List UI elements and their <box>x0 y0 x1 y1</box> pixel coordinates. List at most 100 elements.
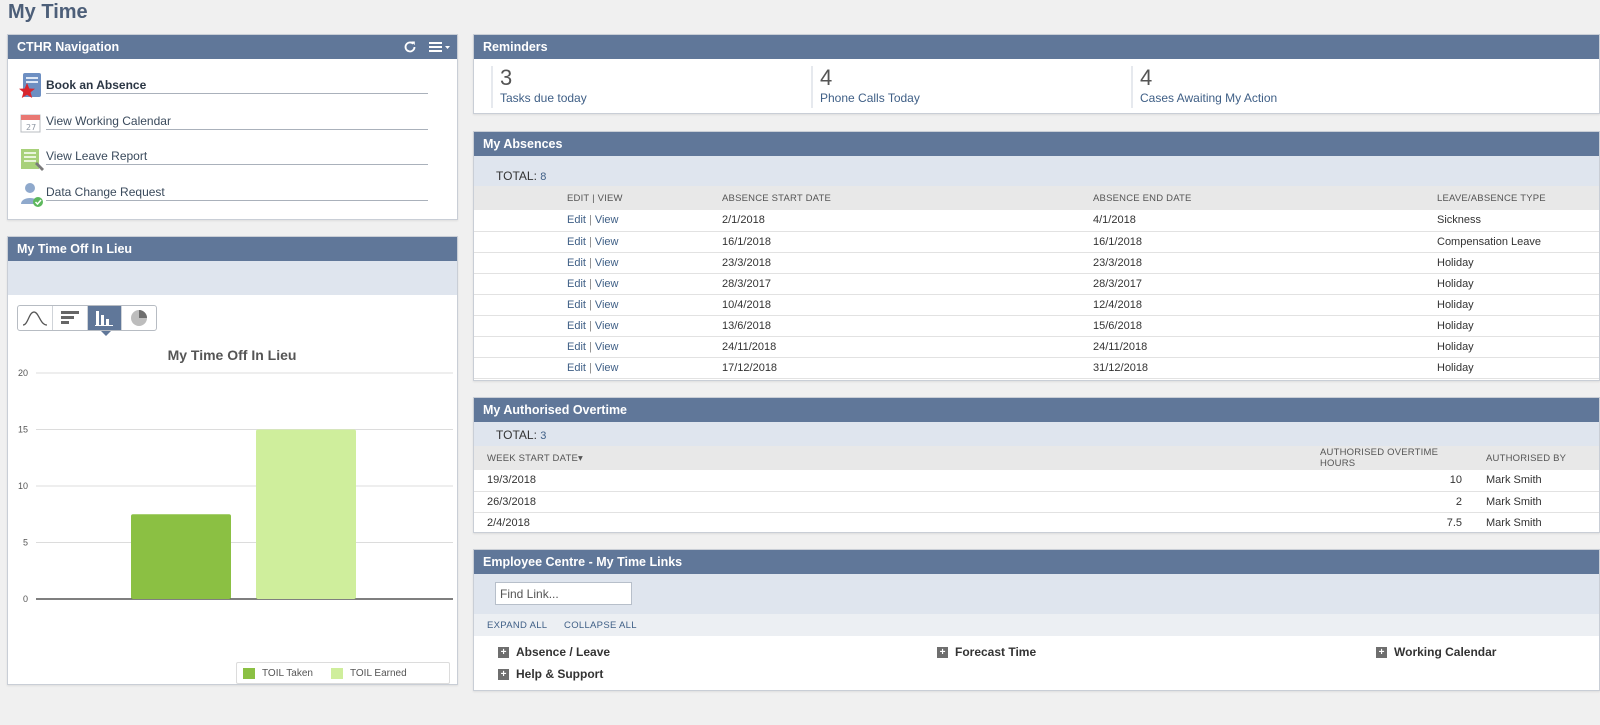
expand-plus-icon[interactable]: + <box>937 646 948 658</box>
category-absence-leave[interactable]: + Absence / Leave <box>498 645 610 659</box>
category-label: Help & Support <box>516 667 604 681</box>
edit-link[interactable]: Edit <box>567 320 586 332</box>
expand-plus-icon[interactable]: + <box>498 646 509 658</box>
absence-type-cell: Holiday <box>1433 315 1599 337</box>
expand-plus-icon[interactable]: + <box>498 668 509 680</box>
table-row[interactable]: 19/3/2018 10 Mark Smith <box>474 470 1599 492</box>
view-link[interactable]: View <box>595 257 619 269</box>
table-row: Edit | View 17/12/2018 31/12/2018 Holiday <box>474 357 1599 379</box>
y-tick-label: 0 <box>23 594 28 604</box>
nav-item-data-change-request[interactable]: Data Change Request <box>18 178 457 214</box>
nav-item-label[interactable]: View Leave Report <box>46 149 428 165</box>
nav-item-working-calendar[interactable]: 27 View Working Calendar <box>18 107 457 143</box>
column-header-week-start[interactable]: WEEK START DATE▾ <box>474 446 1316 470</box>
edit-link[interactable]: Edit <box>567 257 586 269</box>
reminder-phone-calls[interactable]: 4 Phone Calls Today <box>811 66 920 108</box>
column-header-start-date[interactable]: ABSENCE START DATE <box>718 186 1089 210</box>
overtime-total-bar: TOTAL: 3 <box>474 422 1599 446</box>
nav-item-label[interactable]: View Working Calendar <box>46 114 428 130</box>
view-link[interactable]: View <box>595 278 619 290</box>
navigation-header: CTHR Navigation <box>8 35 457 59</box>
table-header-row: EDIT | VIEW ABSENCE START DATE ABSENCE E… <box>474 186 1599 210</box>
column-chart-tab[interactable] <box>87 306 123 330</box>
category-working-calendar[interactable]: + Working Calendar <box>1376 645 1496 659</box>
links-header: Employee Centre - My Time Links <box>474 550 1599 574</box>
pie-chart-tab[interactable] <box>122 306 156 330</box>
view-link[interactable]: View <box>595 341 619 353</box>
view-link[interactable]: View <box>595 236 619 248</box>
nav-item-label[interactable]: Book an Absence <box>46 78 428 94</box>
column-header-overtime-hours[interactable]: AUTHORISED OVERTIME HOURS <box>1316 446 1466 470</box>
edit-link[interactable]: Edit <box>567 236 586 248</box>
view-link[interactable]: View <box>595 214 619 226</box>
calendar-icon: 27 <box>18 107 46 137</box>
legend-item-toil-earned[interactable]: TOIL Earned <box>330 667 407 679</box>
y-tick-label: 15 <box>18 425 28 435</box>
overtime-title: My Authorised Overtime <box>483 403 628 417</box>
total-value: 8 <box>540 171 547 183</box>
collapse-all-link[interactable]: COLLAPSE ALL <box>564 620 637 631</box>
menu-icon[interactable] <box>429 41 451 53</box>
start-date-cell: 17/12/2018 <box>718 357 1089 379</box>
separator: | <box>588 235 592 248</box>
links-portlet: Employee Centre - My Time Links EXPAND A… <box>473 549 1600 691</box>
view-link[interactable]: View <box>595 299 619 311</box>
y-tick-label: 20 <box>18 368 28 378</box>
reminder-label[interactable]: Phone Calls Today <box>820 91 920 105</box>
reminder-count: 4 <box>820 65 833 90</box>
start-date-cell: 23/3/2018 <box>718 252 1089 274</box>
table-row: Edit | View 23/3/2018 23/3/2018 Holiday <box>474 252 1599 274</box>
expand-plus-icon[interactable]: + <box>1376 646 1387 658</box>
total-value: 3 <box>540 430 547 442</box>
edit-view-cell: Edit | View <box>563 336 718 358</box>
column-header-type[interactable]: LEAVE/ABSENCE TYPE <box>1433 186 1599 210</box>
line-chart-tab[interactable] <box>18 306 53 330</box>
edit-link[interactable]: Edit <box>567 278 586 290</box>
category-label: Forecast Time <box>955 645 1037 659</box>
start-date-cell: 13/6/2018 <box>718 315 1089 337</box>
edit-link[interactable]: Edit <box>567 214 586 226</box>
authorised-by-cell: Mark Smith <box>1466 470 1599 492</box>
table-row[interactable]: 2/4/2018 7.5 Mark Smith <box>474 512 1599 534</box>
edit-link[interactable]: Edit <box>567 362 586 374</box>
edit-view-cell: Edit | View <box>563 273 718 295</box>
expand-all-link[interactable]: EXPAND ALL <box>487 620 547 631</box>
nav-item-leave-report[interactable]: View Leave Report <box>18 142 457 178</box>
links-title: Employee Centre - My Time Links <box>483 555 683 569</box>
edit-link[interactable]: Edit <box>567 299 586 311</box>
table-header-row: WEEK START DATE▾ AUTHORISED OVERTIME HOU… <box>474 446 1599 470</box>
edit-link[interactable]: Edit <box>567 341 586 353</box>
y-tick-label: 10 <box>18 481 28 491</box>
table-row: Edit | View 13/6/2018 15/6/2018 Holiday <box>474 315 1599 337</box>
category-label: Working Calendar <box>1394 645 1497 659</box>
table-row: Edit | View 2/1/2018 4/1/2018 Sickness <box>474 210 1599 232</box>
column-header-authorised-by[interactable]: AUTHORISED BY <box>1466 446 1599 470</box>
reminder-tasks-due[interactable]: 3 Tasks due today <box>491 66 587 108</box>
overtime-portlet: My Authorised Overtime TOTAL: 3 WEEK STA… <box>473 397 1600 534</box>
toil-portlet: My Time Off In Lieu My Time Off In Lieu … <box>7 236 458 685</box>
edit-view-cell: Edit | View <box>563 252 718 274</box>
legend-swatch <box>243 667 255 679</box>
svg-text:27: 27 <box>26 123 36 132</box>
horizontal-bar-chart-tab[interactable] <box>53 306 88 330</box>
table-row[interactable]: 26/3/2018 2 Mark Smith <box>474 491 1599 513</box>
nav-item-book-absence[interactable]: Book an Absence <box>18 71 457 107</box>
reminder-cases-awaiting[interactable]: 4 Cases Awaiting My Action <box>1131 66 1277 108</box>
find-link-input[interactable] <box>495 582 632 605</box>
category-help-support[interactable]: + Help & Support <box>498 667 603 681</box>
absences-header: My Absences <box>474 132 1599 156</box>
reminder-label[interactable]: Cases Awaiting My Action <box>1140 91 1277 105</box>
reminders-portlet: Reminders 3 Tasks due today 4 Phone Call… <box>473 34 1600 114</box>
view-link[interactable]: View <box>595 320 619 332</box>
refresh-icon[interactable] <box>403 40 417 54</box>
reminder-label[interactable]: Tasks due today <box>500 91 587 105</box>
category-forecast-time[interactable]: + Forecast Time <box>937 645 1036 659</box>
nav-item-label[interactable]: Data Change Request <box>46 185 428 201</box>
absence-type-cell: Holiday <box>1433 273 1599 295</box>
legend-swatch <box>330 667 343 679</box>
absences-portlet: My Absences TOTAL: 8 EDIT | VIEW ABSENCE… <box>473 131 1600 381</box>
view-link[interactable]: View <box>595 362 619 374</box>
absences-total-bar: TOTAL: 8 <box>474 156 1599 186</box>
column-header-end-date[interactable]: ABSENCE END DATE <box>1089 186 1433 210</box>
legend-item-toil-taken[interactable]: TOIL Taken <box>243 667 313 679</box>
